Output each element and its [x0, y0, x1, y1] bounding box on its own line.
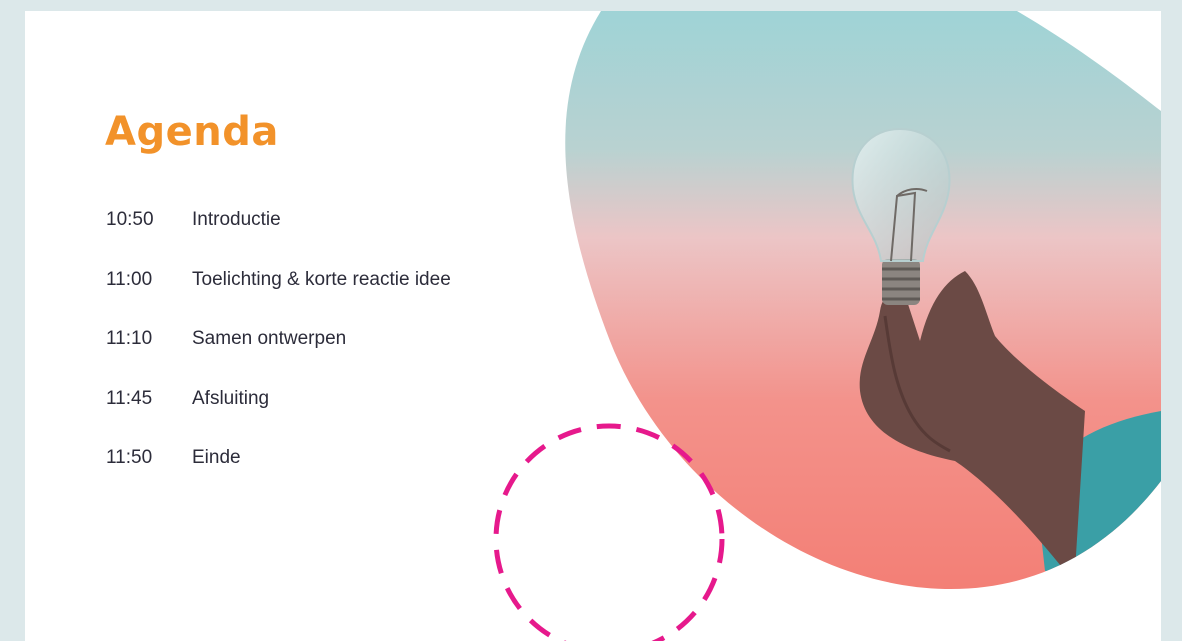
agenda-label: Toelichting & korte reactie idee [192, 268, 451, 290]
agenda-time: 10:50 [106, 209, 154, 230]
agenda-time: 11:00 [106, 268, 153, 290]
list-item: 11:00 Toelichting & korte reactie idee [106, 269, 451, 329]
page-title: Agenda [105, 109, 279, 155]
slide: Agenda 10:50 Introductie 11:00 Toelichti… [25, 11, 1161, 641]
agenda-time: 11:50 [106, 447, 153, 468]
list-item: 11:50 Einde [106, 447, 451, 507]
agenda-list: 10:50 Introductie 11:00 Toelichting & ko… [106, 209, 451, 507]
agenda-label: Afsluiting [192, 387, 270, 409]
list-item: 11:45 Afsluiting [106, 388, 451, 448]
agenda-label: Introductie [192, 209, 281, 230]
agenda-label: Samen ontwerpen [192, 328, 347, 349]
agenda-time: 11:45 [106, 387, 153, 409]
agenda-time: 11:10 [106, 328, 153, 349]
list-item: 11:10 Samen ontwerpen [106, 328, 451, 388]
dashed-circle-decoration [493, 423, 725, 641]
agenda-label: Einde [192, 447, 241, 468]
list-item: 10:50 Introductie [106, 209, 451, 269]
